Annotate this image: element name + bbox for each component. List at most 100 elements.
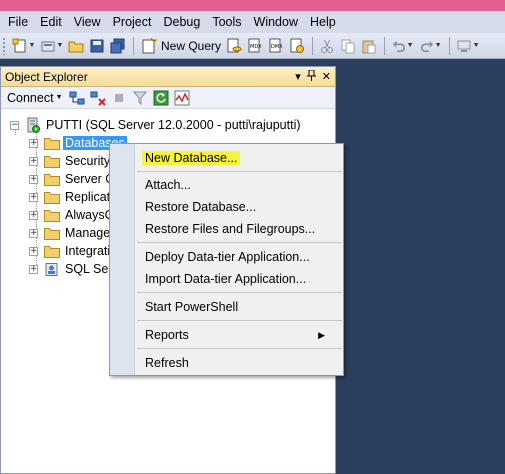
menu-item-attach[interactable]: Attach... xyxy=(145,176,191,194)
expand-toggle[interactable]: + xyxy=(29,210,38,220)
toolbar-separator xyxy=(384,36,386,55)
tree-node-server-objects[interactable]: + Server O xyxy=(29,170,115,188)
stop-icon[interactable] xyxy=(111,90,127,106)
auto-hide-pin-icon[interactable] xyxy=(306,69,316,84)
server-node-label: PUTTI (SQL Server 12.0.2000 - putti\raju… xyxy=(46,118,301,132)
document-well xyxy=(336,59,505,474)
close-icon[interactable]: ✕ xyxy=(322,70,331,83)
menu-item-restore-files[interactable]: Restore Files and Filegroups... xyxy=(145,220,315,238)
cut-icon[interactable] xyxy=(317,36,337,56)
folder-icon xyxy=(44,227,60,240)
refresh-icon[interactable] xyxy=(153,90,169,106)
paste-icon[interactable] xyxy=(359,36,379,56)
standard-toolbar: ▼ ▼ New Query MDX DMX ▼ ▼ ▼ xyxy=(0,33,505,59)
tree-node-replication[interactable]: + Replicati xyxy=(29,188,113,206)
tree-node-sql-server-agent[interactable]: + SQL Serv xyxy=(29,260,119,278)
context-menu: New Database... Attach... Restore Databa… xyxy=(109,143,344,376)
chevron-down-icon: ▼ xyxy=(55,94,63,101)
security-node-label: Security xyxy=(65,154,111,168)
tree-node-alwayson[interactable]: + AlwaysO xyxy=(29,206,114,224)
tree-node-security[interactable]: + Security xyxy=(29,152,110,170)
activity-monitor-icon[interactable] xyxy=(174,90,190,106)
tree-node-management[interactable]: + Manage xyxy=(29,224,110,242)
menu-item-import-data-tier[interactable]: Import Data-tier Application... xyxy=(145,270,306,288)
expand-toggle[interactable]: + xyxy=(29,228,38,238)
expand-toggle[interactable]: + xyxy=(29,192,38,202)
disconnect-icon[interactable] xyxy=(90,90,106,106)
menu-item-start-powershell[interactable]: Start PowerShell xyxy=(145,298,238,316)
toolbar-separator xyxy=(449,36,451,55)
menu-item-new-database[interactable]: New Database... xyxy=(142,149,241,167)
menu-project[interactable]: Project xyxy=(107,11,158,33)
menu-debug[interactable]: Debug xyxy=(157,11,206,33)
menu-separator xyxy=(137,320,342,321)
add-item-icon[interactable]: ▼ xyxy=(38,36,65,56)
svg-text:DMX: DMX xyxy=(271,44,283,50)
folder-icon xyxy=(44,155,60,168)
analysis-services-mdx-icon[interactable]: MDX xyxy=(245,36,265,56)
context-menu-icon-gutter xyxy=(110,144,135,375)
window-title-strip xyxy=(0,0,505,11)
folder-icon xyxy=(44,245,60,258)
database-engine-query-icon[interactable] xyxy=(224,36,244,56)
svg-text:MDX: MDX xyxy=(250,44,262,50)
menu-item-refresh[interactable]: Refresh xyxy=(145,354,189,372)
new-query-label: New Query xyxy=(161,38,222,53)
save-all-icon[interactable] xyxy=(108,36,128,56)
menu-item-restore-database[interactable]: Restore Database... xyxy=(145,198,256,216)
folder-icon xyxy=(44,209,60,222)
navigate-icon[interactable]: ▼ xyxy=(454,36,481,56)
folder-icon xyxy=(44,173,60,186)
object-explorer-toolbar: Connect ▼ xyxy=(1,87,335,109)
menu-view[interactable]: View xyxy=(68,11,107,33)
expand-toggle[interactable]: + xyxy=(29,156,38,166)
menu-edit[interactable]: Edit xyxy=(34,11,68,33)
collapse-toggle[interactable]: − xyxy=(10,120,19,130)
menu-help[interactable]: Help xyxy=(304,11,342,33)
expand-toggle[interactable]: + xyxy=(29,264,38,274)
server-icon xyxy=(27,117,40,133)
folder-icon xyxy=(44,137,60,150)
expand-toggle[interactable]: + xyxy=(29,246,38,256)
dmx-query-icon[interactable]: DMX xyxy=(266,36,286,56)
menu-item-deploy-data-tier[interactable]: Deploy Data-tier Application... xyxy=(145,248,310,266)
tree-node-integration-services[interactable]: + Integrati xyxy=(29,242,110,260)
connect-button[interactable]: Connect ▼ xyxy=(7,91,63,105)
replication-node-label: Replicati xyxy=(65,190,113,204)
save-icon[interactable] xyxy=(87,36,107,56)
open-file-icon[interactable] xyxy=(66,36,86,56)
connect-label: Connect xyxy=(7,90,54,105)
menu-separator xyxy=(137,348,342,349)
sql-agent-icon xyxy=(45,262,58,276)
tree-node-server[interactable]: − PUTTI (SQL Server 12.0.2000 - putti\ra… xyxy=(10,116,301,134)
menu-separator xyxy=(137,292,342,293)
integration-services-node-label: Integrati xyxy=(65,244,111,258)
filter-icon[interactable] xyxy=(132,90,148,106)
new-query-icon xyxy=(142,37,157,53)
new-query-button[interactable]: New Query xyxy=(138,36,224,56)
toolbar-grip[interactable] xyxy=(2,36,6,55)
copy-icon[interactable] xyxy=(338,36,358,56)
reports-label: Reports xyxy=(145,328,189,342)
connect-object-explorer-icon[interactable] xyxy=(69,90,85,106)
undo-icon[interactable]: ▼ xyxy=(389,36,416,56)
menu-item-reports[interactable]: Reports ▶ xyxy=(145,326,335,344)
menu-separator xyxy=(137,242,342,243)
submenu-arrow-icon: ▶ xyxy=(318,330,325,340)
menu-file[interactable]: File xyxy=(2,11,34,33)
expand-toggle[interactable]: + xyxy=(29,138,38,148)
management-node-label: Manage xyxy=(65,226,111,240)
redo-icon[interactable]: ▼ xyxy=(417,36,444,56)
menu-window[interactable]: Window xyxy=(248,11,304,33)
expand-toggle[interactable]: + xyxy=(29,174,38,184)
toolbar-separator xyxy=(133,36,134,55)
toolbar-separator xyxy=(312,36,314,55)
new-project-icon[interactable]: ▼ xyxy=(10,36,37,56)
xmla-query-icon[interactable] xyxy=(287,36,307,56)
menu-bar: File Edit View Project Debug Tools Windo… xyxy=(0,11,505,33)
new-database-label: New Database... xyxy=(142,151,241,165)
menu-tools[interactable]: Tools xyxy=(206,11,247,33)
window-position-dropdown-icon[interactable]: ▾ xyxy=(295,70,301,83)
alwayson-node-label: AlwaysO xyxy=(65,208,115,222)
menu-separator xyxy=(137,171,342,172)
